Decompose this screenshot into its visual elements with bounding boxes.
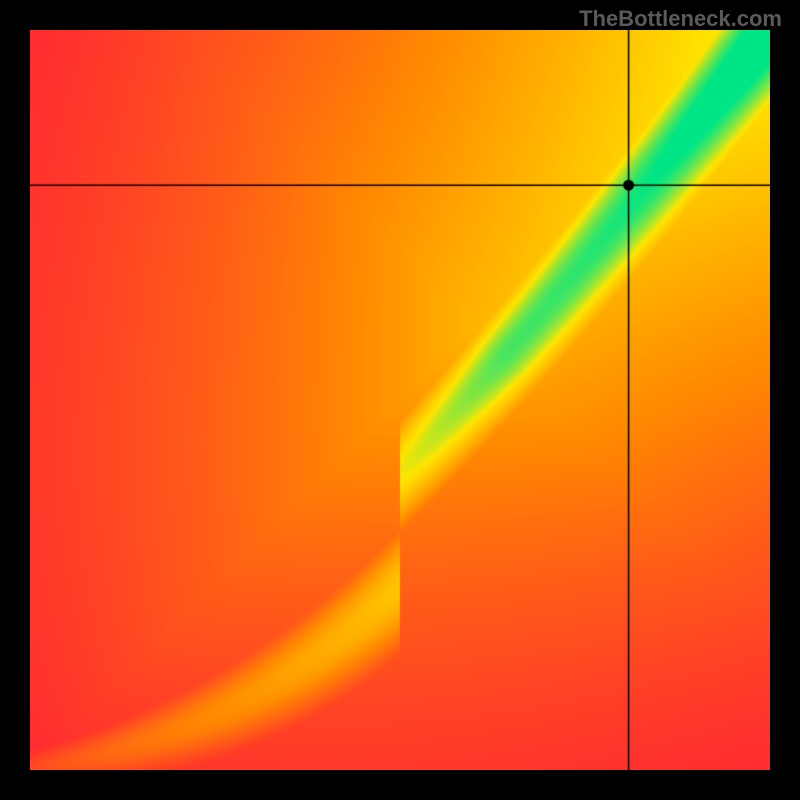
bottleneck-heatmap <box>30 30 770 770</box>
heatmap-canvas <box>30 30 770 770</box>
watermark-text: TheBottleneck.com <box>579 6 782 32</box>
